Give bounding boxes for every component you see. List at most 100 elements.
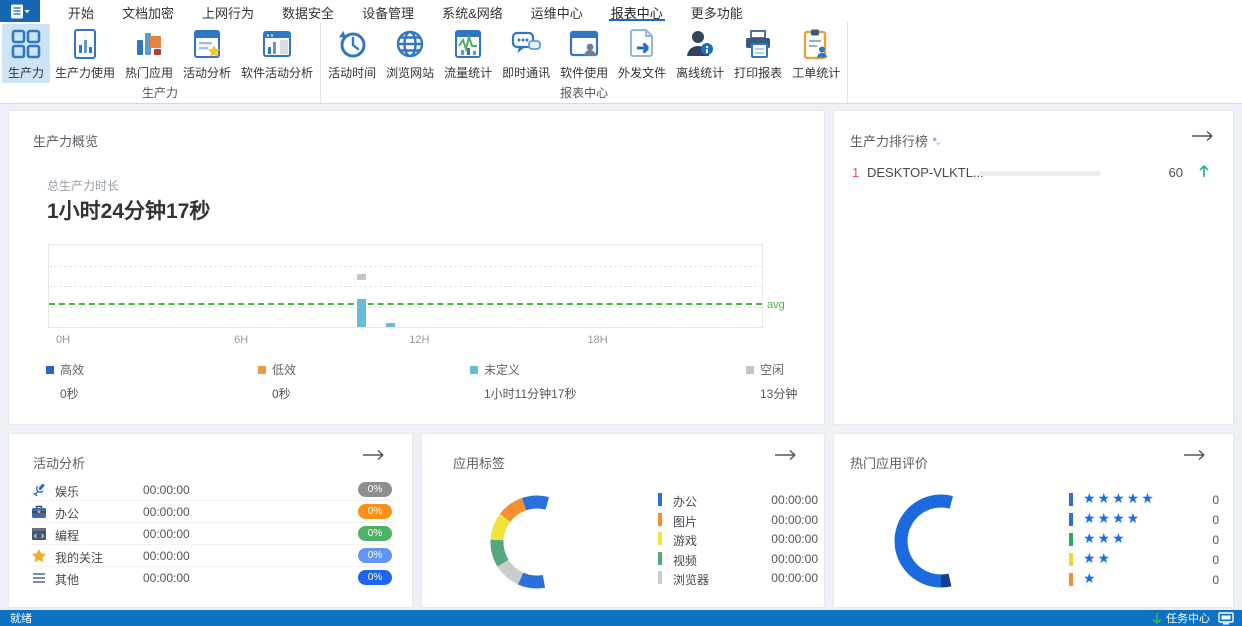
ranking-row[interactable]: 1 DESKTOP-VLKTL... 60	[834, 161, 1233, 185]
tag-time: 00:00:00	[771, 532, 818, 546]
tag-label: 游戏	[673, 532, 697, 549]
chart-bar-空闲	[357, 274, 366, 280]
ribbon-button-productivity[interactable]: 生产力	[2, 24, 50, 83]
rating-count: 0	[1212, 493, 1219, 507]
ribbon-button-label: 软件使用	[560, 64, 608, 81]
chat-bubbles-icon	[510, 28, 542, 60]
legend-value: 1小时11分钟17秒	[484, 385, 576, 402]
ribbon-button-offline-stats[interactable]: 离线统计	[671, 24, 729, 83]
panel-more-arrow[interactable]	[1183, 448, 1207, 466]
ribbon-button-browse-web[interactable]: 浏览网站	[381, 24, 439, 83]
chart-bar-未定义	[386, 323, 395, 327]
tag-color-chip	[658, 532, 662, 545]
chart-bar-未定义	[357, 299, 366, 327]
ribbon-button-productivity-usage[interactable]: 生产力使用	[50, 24, 120, 83]
ribbon-button-print-report[interactable]: 打印报表	[729, 24, 787, 83]
tag-row-pictures[interactable]: 图片 00:00:00	[658, 510, 818, 530]
activity-row-other[interactable]: 其他 00:00:00 0%	[31, 567, 394, 589]
activity-label: 其他	[55, 571, 79, 588]
ribbon-button-label: 浏览网站	[386, 64, 434, 81]
tag-row-browser[interactable]: 浏览器 00:00:00	[658, 568, 818, 588]
menu-item-more[interactable]: 更多功能	[677, 0, 757, 22]
panel-title: 生产力概览	[33, 131, 98, 150]
legend-swatch	[258, 366, 266, 374]
menu-item-device-mgmt[interactable]: 设备管理	[348, 0, 428, 22]
software-activity-icon	[261, 28, 293, 60]
legend-item-efficient[interactable]: 高效 0秒	[46, 361, 84, 402]
menu-item-web-behavior[interactable]: 上网行为	[188, 0, 268, 22]
menu-item-system-network[interactable]: 系统&网络	[428, 0, 517, 22]
activity-percent-badge: 0%	[358, 526, 392, 541]
tag-time: 00:00:00	[771, 493, 818, 507]
activity-time: 00:00:00	[143, 483, 190, 497]
activity-time: 00:00:00	[143, 571, 190, 585]
activity-time: 00:00:00	[143, 549, 190, 563]
ratings-donut-chart	[891, 491, 991, 591]
rating-row-5-star[interactable]: ★★★★★ 0	[1069, 490, 1219, 510]
ribbon-button-activity-analysis[interactable]: 活动分析	[178, 24, 236, 83]
activity-row-entertainment[interactable]: 娱乐 00:00:00 0%	[31, 479, 394, 501]
rating-count: 0	[1212, 553, 1219, 567]
menu-item-doc-encrypt[interactable]: 文档加密	[108, 0, 188, 22]
panel-hot-app-ratings: 热门应用评价 ★★★★★ 0 ★★★★ 0 ★★★ 0	[833, 433, 1234, 608]
legend-item-idle[interactable]: 空闲 13分钟	[746, 361, 797, 402]
rating-count: 0	[1212, 573, 1219, 587]
rating-row-1-star[interactable]: ★ 0	[1069, 570, 1219, 590]
ribbon-button-hot-apps[interactable]: 热门应用	[120, 24, 178, 83]
tag-time: 00:00:00	[771, 571, 818, 585]
ribbon-button-label: 外发文件	[618, 64, 666, 81]
panel-productivity-ranking: 生产力排行榜 1 DESKTOP-VLKTL... 60	[833, 110, 1234, 425]
ribbon-button-software-activity[interactable]: 软件活动分析	[236, 24, 318, 83]
ribbon-button-work-order-stats[interactable]: 工单统计	[787, 24, 845, 83]
rating-row-2-star[interactable]: ★★ 0	[1069, 550, 1219, 570]
tag-row-office[interactable]: 办公 00:00:00	[658, 490, 818, 510]
avg-line-label: avg	[767, 299, 785, 311]
menu-item-report-center[interactable]: 报表中心	[597, 0, 677, 22]
ribbon-group-label: 报表中心	[321, 84, 847, 101]
monitor-icon[interactable]	[1218, 612, 1234, 625]
panel-activity-analysis: 活动分析 娱乐 00:00:00 0% 办公 00:00:00 0% 编程 00…	[8, 433, 413, 608]
rating-row-4-star[interactable]: ★★★★ 0	[1069, 510, 1219, 530]
app-menu-button[interactable]	[0, 0, 40, 22]
traffic-stats-icon	[452, 28, 484, 60]
legend-swatch	[470, 366, 478, 374]
ribbon-button-activity-time[interactable]: 活动时间	[323, 24, 381, 83]
download-arrow-icon	[1152, 612, 1162, 625]
tag-row-games[interactable]: 游戏 00:00:00	[658, 529, 818, 549]
legend-item-undefined[interactable]: 未定义 1小时11分钟17秒	[470, 361, 576, 402]
ribbon-button-software-usage[interactable]: 软件使用	[555, 24, 613, 83]
activity-row-my-focus[interactable]: 我的关注 00:00:00 0%	[31, 545, 394, 567]
tag-label: 视频	[673, 552, 697, 569]
activity-row-office[interactable]: 办公 00:00:00 0%	[31, 501, 394, 523]
menu-item-start[interactable]: 开始	[54, 0, 108, 22]
ribbon-button-outgoing-files[interactable]: 外发文件	[613, 24, 671, 83]
rank-number: 1	[852, 165, 859, 180]
legend-value: 0秒	[60, 385, 84, 402]
ribbon-button-traffic-stats[interactable]: 流量统计	[439, 24, 497, 83]
donut-seg-browser	[503, 563, 521, 578]
activity-time: 00:00:00	[143, 505, 190, 519]
star-rating: ★	[1083, 571, 1098, 587]
legend-item-inefficient[interactable]: 低效 0秒	[258, 361, 296, 402]
star-rating: ★★	[1083, 551, 1112, 567]
ribbon-button-instant-messaging[interactable]: 即时通讯	[497, 24, 555, 83]
activity-percent-badge: 0%	[358, 504, 392, 519]
ratings-donut-main-arc	[901, 501, 951, 581]
trend-up-icon	[1199, 164, 1209, 183]
ribbon-button-label: 软件活动分析	[241, 64, 313, 81]
rating-row-3-star[interactable]: ★★★ 0	[1069, 530, 1219, 550]
activity-row-programming[interactable]: 编程 00:00:00 0%	[31, 523, 394, 545]
sort-icon[interactable]	[932, 135, 941, 150]
task-center-button[interactable]: 任务中心	[1166, 610, 1210, 626]
donut-seg-video	[497, 540, 503, 563]
rating-color-chip	[1069, 493, 1073, 506]
ribbon-button-label: 离线统计	[676, 64, 724, 81]
code-icon	[31, 526, 47, 542]
legend-label: 空闲	[760, 361, 784, 378]
menu-item-ops-center[interactable]: 运维中心	[517, 0, 597, 22]
panel-more-arrow[interactable]	[774, 448, 798, 466]
tag-row-video[interactable]: 视频 00:00:00	[658, 549, 818, 569]
menu-item-data-security[interactable]: 数据安全	[268, 0, 348, 22]
panel-more-arrow[interactable]	[362, 448, 386, 466]
panel-more-arrow[interactable]	[1191, 129, 1215, 147]
